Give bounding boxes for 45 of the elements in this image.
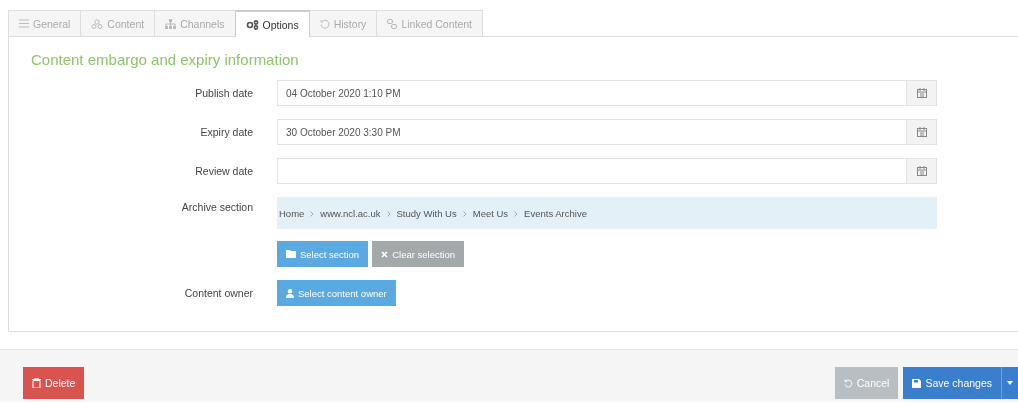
date-field[interactable]: [277, 158, 907, 184]
action-button[interactable]: Select content owner: [277, 280, 396, 306]
field-label: Review date: [194, 165, 253, 177]
breadcrumb-item[interactable]: Meet Us: [472, 207, 509, 219]
tab[interactable]: Linked Content: [376, 10, 483, 36]
calendar-button[interactable]: [907, 158, 937, 184]
calendar-icon: [916, 166, 927, 176]
calendar-icon: [916, 127, 927, 137]
action-button[interactable]: Select section: [277, 241, 369, 267]
save-icon: [912, 378, 922, 388]
sitemap-icon: [165, 18, 177, 29]
section-title: Content embargo and expiry information: [31, 51, 300, 68]
calendar-icon: [916, 88, 927, 98]
breadcrumb-item[interactable]: Study With Us: [396, 207, 457, 219]
shapes-icon: [91, 18, 104, 29]
field-label: Content owner: [183, 287, 253, 299]
user-icon: [286, 288, 294, 298]
tab[interactable]: Channels: [154, 10, 236, 36]
history-icon: [319, 18, 330, 29]
undo-icon: [843, 378, 853, 388]
breadcrumb-item[interactable]: Home: [279, 207, 305, 219]
breadcrumb-item[interactable]: Events Archive: [524, 207, 587, 219]
dropdown-button[interactable]: [1001, 367, 1018, 399]
tab[interactable]: Options: [234, 10, 310, 37]
action-button[interactable]: Save changes: [903, 367, 1001, 399]
field-label: Expiry date: [199, 126, 253, 138]
caret-icon: [1007, 381, 1013, 385]
menu-icon: [19, 19, 29, 28]
field-label: Archive section: [180, 200, 253, 213]
delete-button[interactable]: Delete: [23, 367, 85, 399]
link-icon: [387, 18, 398, 29]
folder-icon: [286, 250, 296, 258]
breadcrumb-item[interactable]: www.ncl.ac.uk: [320, 207, 381, 219]
date-field[interactable]: 30 October 2020 3:30 PM: [277, 119, 907, 145]
trash-icon: [32, 378, 41, 388]
tab[interactable]: General: [8, 10, 82, 36]
calendar-button[interactable]: [907, 119, 937, 145]
calendar-button[interactable]: [907, 80, 937, 106]
tab[interactable]: History: [308, 10, 378, 36]
tab[interactable]: Content: [80, 10, 156, 36]
gears-icon: [245, 19, 259, 30]
action-button[interactable]: Clear selection: [372, 241, 464, 267]
field-label: Publish date: [194, 87, 253, 99]
close-icon: [381, 250, 389, 258]
date-field[interactable]: 04 October 2020 1:10 PM: [277, 80, 907, 106]
